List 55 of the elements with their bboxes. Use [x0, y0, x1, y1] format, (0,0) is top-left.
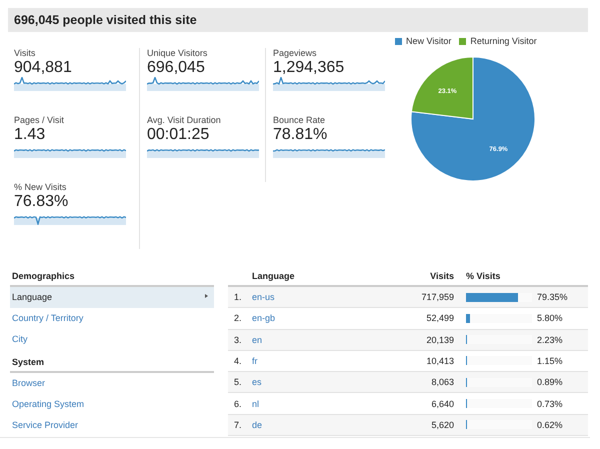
- sidebar-item[interactable]: City: [10, 329, 214, 350]
- metric-label: Visits: [14, 48, 36, 58]
- table-cell: 0.62%: [537, 420, 563, 430]
- language-link[interactable]: en-gb: [252, 313, 276, 324]
- language-link[interactable]: en: [252, 334, 262, 345]
- metric-value: 1.43: [14, 126, 46, 144]
- legend-swatch: [395, 38, 402, 44]
- language-link[interactable]: fr: [252, 356, 258, 366]
- table-cell: 6,640: [431, 398, 454, 409]
- table-cell: 20,139: [426, 334, 454, 345]
- metric-label: Bounce Rate: [273, 115, 326, 125]
- legend-swatch: [459, 38, 466, 44]
- language-link[interactable]: nl: [252, 398, 260, 409]
- metric-label: % New Visits: [14, 182, 66, 192]
- header-title: 696,045 people visited this site: [14, 13, 197, 27]
- legend-label: New Visitor: [406, 36, 452, 46]
- row-number: 2.: [234, 313, 242, 324]
- sidebar-item[interactable]: Service Provider: [10, 415, 214, 436]
- metric-label: Pages / Visit: [14, 115, 64, 125]
- language-link[interactable]: en-us: [252, 292, 275, 302]
- sidebar-item[interactable]: Operating System: [10, 394, 214, 415]
- metric-value: 904,881: [14, 59, 72, 77]
- metric-value: 76.83%: [14, 193, 68, 211]
- metric-label: Pageviews: [273, 48, 317, 58]
- metric-value: 1,294,365: [273, 59, 344, 77]
- row-number: 3.: [234, 334, 242, 345]
- row-number: 6.: [234, 398, 242, 409]
- metric-label: Avg. Visit Duration: [147, 115, 221, 125]
- row-number: 5.: [234, 377, 242, 388]
- language-link[interactable]: de: [252, 420, 262, 430]
- caret-icon: [205, 294, 208, 298]
- table-cell: 5.80%: [537, 313, 563, 324]
- table-cell: 52,499: [426, 313, 454, 324]
- table-cell: 0.73%: [537, 398, 563, 409]
- table-cell: 10,413: [426, 356, 454, 366]
- table-cell: 8,063: [431, 377, 454, 388]
- table-cell: 1.15%: [537, 356, 563, 366]
- row-number: 4.: [234, 356, 242, 366]
- language-link[interactable]: es: [252, 377, 262, 388]
- row-number: 7.: [234, 420, 242, 430]
- row-number: 1.: [234, 292, 242, 302]
- metric-value: 78.81%: [273, 126, 328, 144]
- metric-label: Unique Visitors: [147, 48, 208, 58]
- metric-value: 696,045: [147, 59, 205, 77]
- table-cell: 0.89%: [537, 377, 563, 388]
- table-cell: 5,620: [431, 420, 454, 430]
- table-cell: 717,959: [421, 292, 454, 302]
- sidebar-item[interactable]: Browser: [10, 373, 214, 394]
- sidebar-item[interactable]: Language: [10, 287, 214, 308]
- legend-label: Returning Visitor: [470, 36, 537, 46]
- metric-value: 00:01:25: [147, 126, 210, 144]
- sidebar-item[interactable]: Country / Territory: [10, 308, 214, 329]
- table-cell: 2.23%: [537, 334, 563, 345]
- section-heading: System: [10, 353, 214, 373]
- table-cell: 79.35%: [537, 292, 568, 302]
